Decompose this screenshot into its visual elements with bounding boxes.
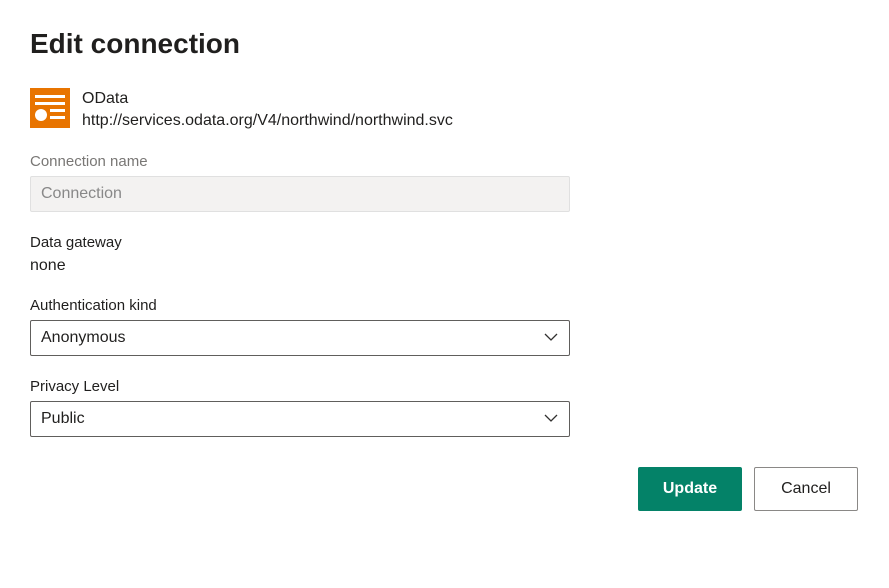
data-gateway-value: none [30,257,859,275]
datasource-url: http://services.odata.org/V4/northwind/n… [82,110,453,132]
page-title: Edit connection [30,28,859,60]
datasource-summary: OData http://services.odata.org/V4/north… [30,88,859,133]
authentication-kind-label: Authentication kind [30,297,859,314]
cancel-button[interactable]: Cancel [754,467,858,511]
privacy-level-label: Privacy Level [30,378,859,395]
connection-name-input[interactable] [30,176,570,212]
authentication-kind-field: Authentication kind Anonymous [30,297,859,356]
datasource-name: OData [82,88,453,110]
dialog-actions: Update Cancel [30,467,858,511]
data-gateway-label: Data gateway [30,234,859,251]
privacy-level-select[interactable]: Public [30,401,570,437]
update-button[interactable]: Update [638,467,742,511]
odata-icon [30,88,70,128]
authentication-kind-select[interactable]: Anonymous [30,320,570,356]
connection-name-field: Connection name [30,153,859,212]
connection-name-label: Connection name [30,153,859,170]
privacy-level-field: Privacy Level Public [30,378,859,437]
data-gateway-field: Data gateway none [30,234,859,275]
